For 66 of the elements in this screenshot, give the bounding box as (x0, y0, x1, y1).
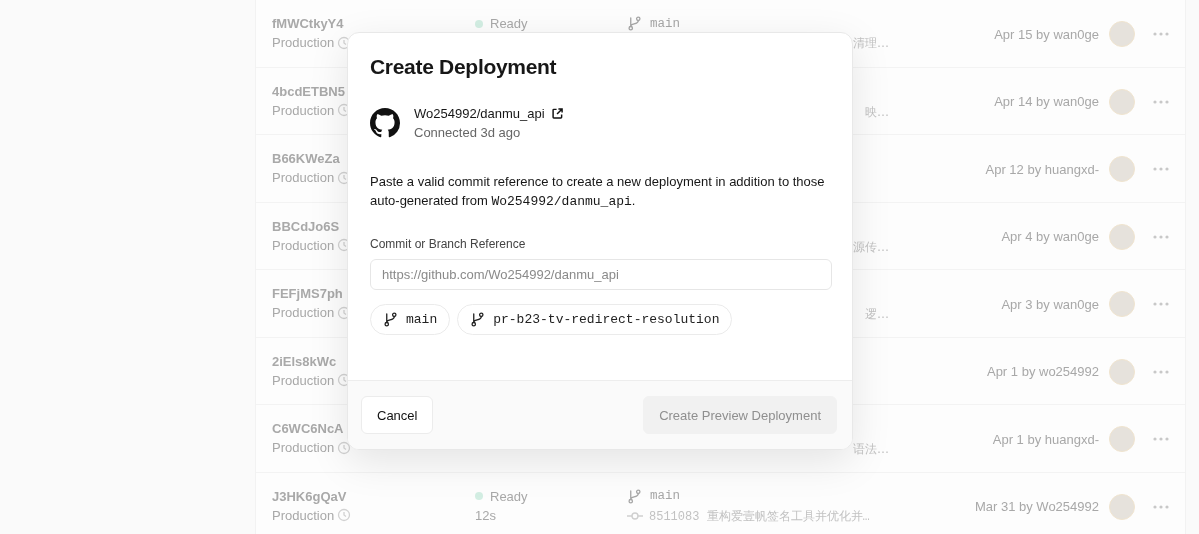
deployment-id[interactable]: J3HK6gQaV (272, 488, 347, 504)
clock-icon (337, 508, 352, 522)
deployment-id[interactable]: 2iEls8kWc (272, 353, 337, 369)
avatar (1109, 291, 1135, 318)
deployment-id[interactable]: C6WC6NcA (272, 421, 344, 436)
deployment-date: Apr 3 by wan0ge (1000, 296, 1099, 312)
more-icon[interactable] (1153, 167, 1169, 172)
commit-message: 逻… (865, 306, 889, 323)
deployment-id[interactable]: fMWCtkyY4 (272, 16, 344, 31)
avatar (1109, 223, 1135, 250)
more-icon[interactable] (1153, 32, 1169, 37)
commit-message: 映… (865, 103, 889, 121)
avatar (1109, 88, 1135, 115)
status-dot (475, 19, 483, 28)
deployment-id[interactable]: BBCdJo6S (272, 218, 340, 234)
environment-label: Production (272, 35, 335, 50)
environment-label: Production (272, 305, 335, 320)
cancel-button[interactable]: Cancel (361, 396, 434, 434)
branch-icon (627, 488, 642, 504)
avatar (1109, 21, 1135, 48)
branch-name: main (650, 489, 680, 503)
repository-link[interactable]: Wo254992/danmu_api (414, 106, 545, 121)
duration-label: 12s (475, 507, 497, 523)
deployment-date: Apr 12 by huangxd- (984, 161, 1099, 177)
connected-time: Connected 3d ago (414, 125, 522, 140)
avatar (1109, 493, 1135, 520)
more-icon[interactable] (1153, 504, 1169, 509)
field-label: Commit or Branch Reference (370, 237, 527, 251)
more-icon[interactable] (1153, 437, 1169, 442)
environment-label: Production (272, 170, 335, 185)
deployment-id[interactable]: 4bcdETBN5 (272, 83, 345, 99)
avatar (1109, 426, 1135, 453)
more-icon[interactable] (1153, 369, 1169, 374)
reference-input[interactable]: https://github.com/Wo254992/danmu_api (370, 259, 832, 290)
avatar (1109, 156, 1135, 183)
deployment-id[interactable]: FEFjMS7ph (272, 286, 343, 301)
branch-icon (383, 312, 398, 327)
branch-name: main (650, 16, 680, 31)
status-label: Ready (490, 488, 528, 504)
status-label: Ready (490, 16, 528, 31)
environment-label: Production (272, 507, 335, 523)
dialog-description: Paste a valid commit reference to create a new deployment in addition to those auto-generated from Wo254992/danmu_api. (370, 173, 826, 211)
external-link-icon[interactable] (551, 108, 563, 119)
github-icon (370, 108, 400, 138)
branch-icon (470, 312, 486, 327)
deployment-date: Apr 14 by wan0ge (993, 94, 1099, 110)
clock-icon (337, 440, 352, 455)
more-icon[interactable] (1153, 302, 1169, 307)
branch-icon (627, 16, 642, 31)
deployment-date: Apr 15 by wan0ge (993, 26, 1099, 42)
deployment-id[interactable]: B66KWeZa (272, 151, 340, 166)
environment-label: Production (272, 440, 335, 455)
environment-label: Production (272, 372, 335, 388)
avatar (1109, 358, 1135, 385)
deployment-date: Apr 1 by wo254992 (985, 364, 1099, 380)
environment-label: Production (272, 102, 335, 118)
deployment-date: Mar 31 by Wo254992 (973, 499, 1099, 515)
branch-chip[interactable]: pr-b23-tv-redirect-resolution (457, 304, 733, 335)
environment-label: Production (272, 237, 335, 253)
status-dot (475, 492, 483, 500)
more-icon[interactable] (1153, 99, 1169, 104)
deployment-date: Apr 1 by huangxd- (991, 431, 1099, 447)
deployment-date: Apr 4 by wan0ge (1000, 229, 1099, 245)
branch-chip[interactable]: main (370, 304, 451, 335)
more-icon[interactable] (1153, 234, 1169, 239)
dialog-title: Create Deployment (370, 55, 558, 79)
